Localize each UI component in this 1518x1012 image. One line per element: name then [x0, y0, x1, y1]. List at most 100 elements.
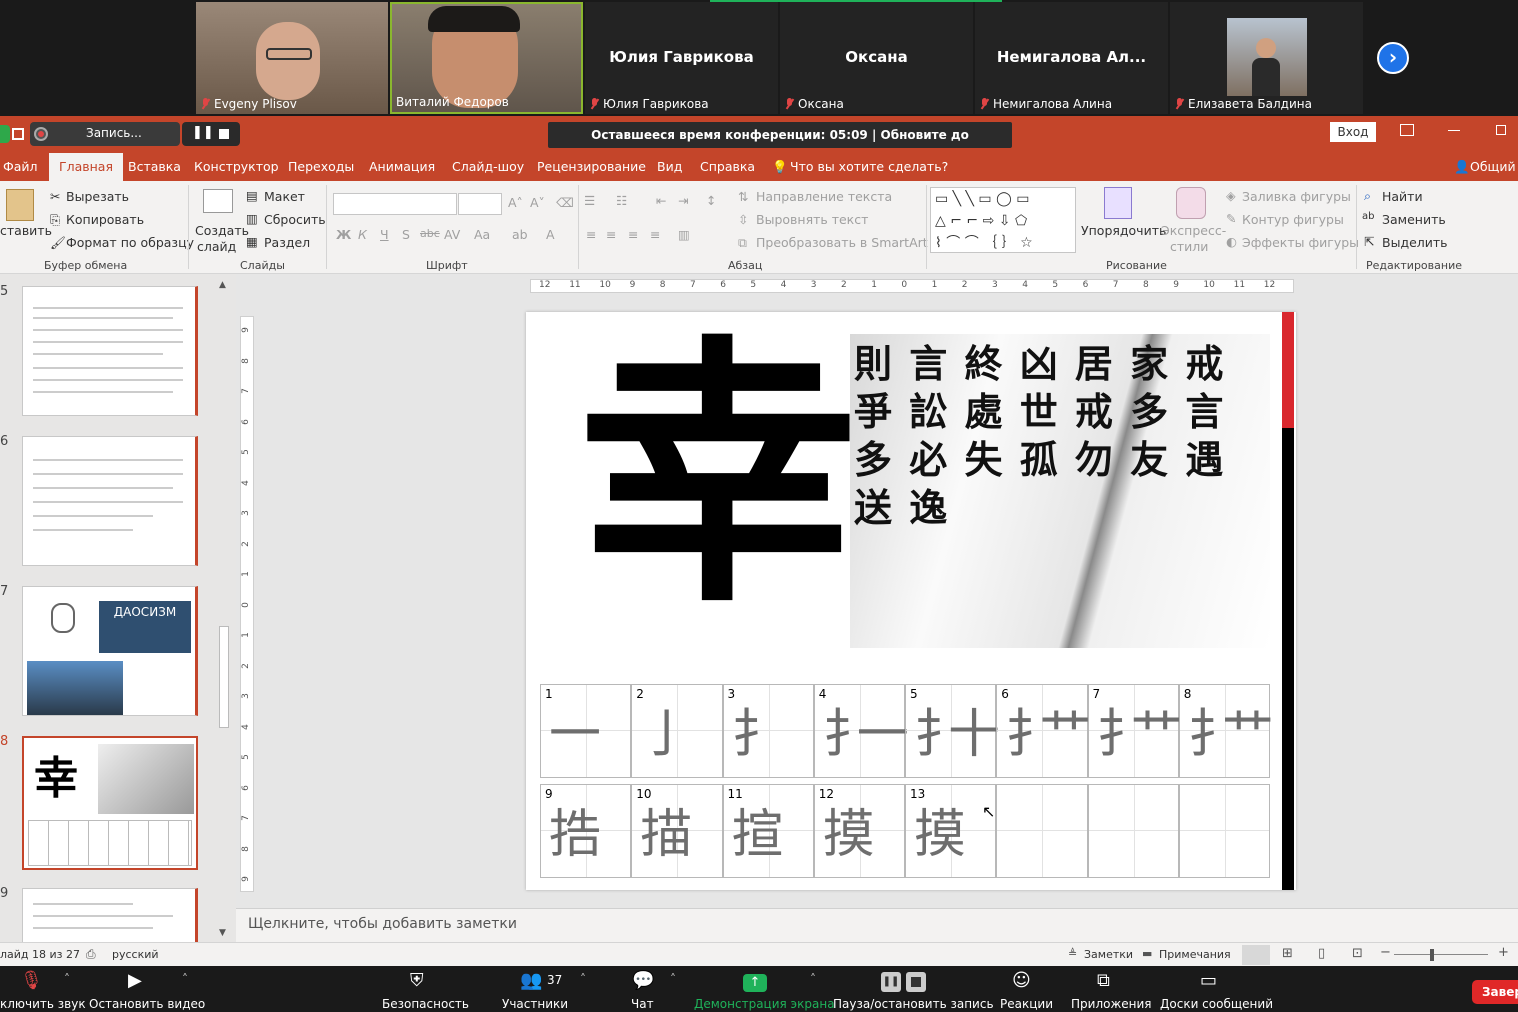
notes-button[interactable]: Заметки	[1084, 948, 1133, 961]
participant-tile-active[interactable]: Виталий Федоров	[390, 2, 583, 114]
zoom-slider-thumb[interactable]	[1430, 949, 1434, 961]
text-direction-button[interactable]: Направление текста	[756, 189, 892, 204]
tab-review[interactable]: Рецензирование	[537, 153, 646, 181]
align-right-icon[interactable]: ≡	[628, 227, 638, 242]
zoom-slider[interactable]	[1394, 954, 1488, 955]
arrange-button[interactable]: Упорядочить	[1081, 223, 1166, 238]
find-button[interactable]: Найти	[1382, 189, 1423, 204]
participant-tile[interactable]: Немигалова Ал... Немигалова Алина	[975, 2, 1168, 114]
apps-button[interactable]: Приложения	[1071, 997, 1152, 1011]
reset-button[interactable]: Сбросить	[264, 212, 326, 227]
quick-styles-icon[interactable]	[1176, 187, 1206, 219]
decrease-indent-icon[interactable]: ⇤	[656, 193, 666, 208]
tab-home[interactable]: Главная	[49, 153, 123, 181]
arrange-icon[interactable]	[1104, 187, 1132, 219]
next-page-button[interactable]: ›	[1377, 42, 1409, 74]
spacing-icon[interactable]: AV	[444, 227, 460, 242]
scroll-up-icon[interactable]: ▲	[219, 280, 226, 290]
normal-view-button[interactable]	[1242, 945, 1270, 965]
layout-button[interactable]: Макет	[264, 189, 305, 204]
new-slide-button[interactable]: Создать	[195, 223, 249, 238]
comments-button[interactable]: Примечания	[1159, 948, 1231, 961]
participants-button[interactable]: Участники	[502, 997, 568, 1011]
chevron-up-icon[interactable]: ˄	[810, 972, 816, 986]
share-button[interactable]: Общий д	[1470, 153, 1518, 202]
reactions-icon[interactable]: ☺	[1012, 970, 1031, 991]
align-text-button[interactable]: Выровнять текст	[756, 212, 868, 227]
cut-button[interactable]: Вырезать	[66, 189, 129, 204]
columns-icon[interactable]: ▥	[678, 227, 690, 242]
chevron-up-icon[interactable]: ˄	[670, 972, 676, 986]
unmute-button[interactable]: ключить звук	[0, 997, 86, 1011]
shape-fill-button[interactable]: Заливка фигуры	[1242, 189, 1351, 204]
share-screen-button[interactable]: Демонстрация экрана	[694, 997, 835, 1011]
reactions-button[interactable]: Реакции	[1000, 997, 1053, 1011]
shrink-font-icon[interactable]: A˅	[530, 195, 545, 210]
quick-styles-button[interactable]: Экспресс-	[1161, 223, 1226, 238]
strikethrough-icon[interactable]: abc	[420, 227, 440, 240]
tab-animation[interactable]: Анимация	[369, 153, 435, 181]
zoom-in-icon[interactable]: +	[1498, 945, 1509, 960]
bold-icon[interactable]: Ж	[336, 227, 351, 242]
font-size-select[interactable]	[458, 193, 502, 215]
grow-font-icon[interactable]: A˄	[508, 195, 523, 210]
paste-icon[interactable]	[6, 189, 34, 221]
highlight-icon[interactable]: ab	[512, 227, 528, 242]
ribbon-display-icon[interactable]	[1400, 124, 1414, 136]
restore-icon[interactable]	[1496, 125, 1506, 135]
participant-tile[interactable]: Оксана Оксана	[780, 2, 973, 114]
case-icon[interactable]: Aa	[474, 227, 490, 242]
stop-record-icon[interactable]	[906, 972, 926, 992]
slide-thumbnail[interactable]	[22, 436, 198, 566]
scrollbar-thumb[interactable]	[219, 626, 229, 728]
share-screen-icon[interactable]: ↑	[743, 974, 767, 992]
end-meeting-button[interactable]: Завер	[1472, 980, 1518, 1004]
section-button[interactable]: Раздел	[264, 235, 310, 250]
apps-icon[interactable]: ⧉	[1097, 970, 1110, 991]
tab-view[interactable]: Вид	[657, 153, 682, 181]
chat-button[interactable]: Чат	[631, 997, 654, 1011]
italic-icon[interactable]: К	[358, 227, 367, 242]
language-status[interactable]: русский	[112, 948, 159, 961]
login-button[interactable]: Вход	[1330, 122, 1376, 142]
slide-thumbnail-active[interactable]: 幸	[22, 736, 198, 870]
recording-controls[interactable]: ❚❚	[182, 122, 240, 146]
new-slide-button-line2[interactable]: слайд	[197, 239, 236, 254]
slide-canvas[interactable]: 幸 則 言 終 凶 居 家 戒 爭 訟 處 世 戒 多 言 多 必 失 孤 勿 …	[526, 312, 1296, 890]
zoom-out-icon[interactable]: −	[1380, 945, 1391, 960]
font-family-select[interactable]	[333, 193, 457, 215]
autosave-icon[interactable]	[0, 125, 10, 143]
convert-smartart-button[interactable]: Преобразовать в SmartArt	[756, 235, 928, 250]
chevron-up-icon[interactable]: ˄	[580, 972, 586, 986]
shape-outline-button[interactable]: Контур фигуры	[1242, 212, 1344, 227]
select-button[interactable]: Выделить	[1382, 235, 1448, 250]
minimize-icon[interactable]	[1448, 130, 1460, 131]
pause-icon[interactable]: ❚❚	[192, 125, 214, 140]
replace-button[interactable]: Заменить	[1382, 212, 1446, 227]
video-camera-icon[interactable]: ▶	[128, 970, 142, 991]
bullets-icon[interactable]: ☰	[584, 193, 595, 208]
chevron-up-icon[interactable]: ˄	[64, 972, 70, 986]
quick-styles-button-line2[interactable]: стили	[1170, 239, 1208, 254]
paste-button[interactable]: ставить	[0, 223, 52, 238]
align-left-icon[interactable]: ≡	[586, 227, 596, 242]
underline-icon[interactable]: Ч	[380, 227, 389, 242]
align-center-icon[interactable]: ≡	[606, 227, 616, 242]
participant-tile[interactable]: Елизавета Балдина	[1170, 2, 1363, 114]
shapes-gallery[interactable]: ▭ ╲ ╲ ▭ ◯ ▭ △ ⌐ ⌐ ⇨ ⇩ ⬠ ⌇ ⌒ ⌒ ｛ ｝ ☆	[930, 187, 1076, 253]
shadow-icon[interactable]: S	[402, 227, 410, 242]
tab-transitions[interactable]: Переходы	[288, 153, 354, 181]
font-color-icon[interactable]: A	[546, 227, 555, 242]
copy-button[interactable]: Копировать	[66, 212, 144, 227]
security-button[interactable]: Безопасность	[382, 997, 469, 1011]
spellcheck-icon[interactable]: ⎙	[86, 947, 96, 962]
new-slide-icon[interactable]	[203, 189, 233, 213]
shape-effects-button[interactable]: Эффекты фигуры	[1242, 235, 1359, 250]
tell-me-search[interactable]: Что вы хотите сделать?	[790, 153, 948, 181]
thumbnails-scrollbar[interactable]: ▲ ▼	[216, 280, 232, 940]
recording-indicator[interactable]: Запись...	[30, 122, 180, 146]
scroll-down-icon[interactable]: ▼	[219, 928, 226, 938]
tab-file[interactable]: Файл	[3, 153, 38, 181]
notes-pane[interactable]: Щелкните, чтобы добавить заметки	[236, 908, 1518, 942]
pause-icon[interactable]: ❚❚	[881, 972, 901, 992]
